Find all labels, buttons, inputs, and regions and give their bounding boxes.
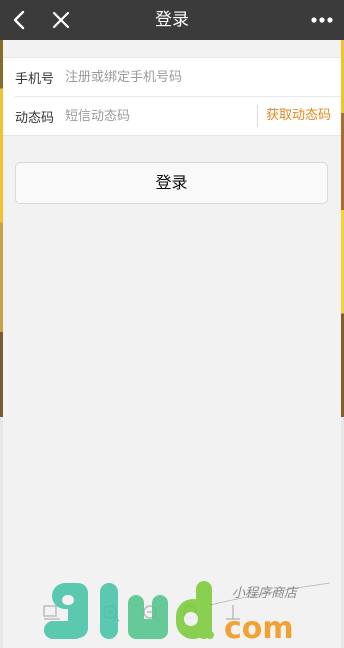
svg-text:com: com: [224, 611, 294, 646]
code-row: 动态码 获取动态码: [15, 96, 341, 135]
code-label: 动态码: [15, 110, 55, 126]
phone-row: 手机号: [3, 58, 341, 96]
top-navigation-bar: 登录: [0, 0, 344, 40]
more-dots-icon[interactable]: [310, 10, 334, 30]
phone-label: 手机号: [15, 71, 55, 87]
page-title: 登录: [155, 10, 189, 30]
code-input[interactable]: [65, 108, 245, 124]
login-form: 手机号 动态码 获取动态码: [3, 57, 341, 136]
login-button[interactable]: 登录: [15, 162, 328, 204]
phone-input[interactable]: [65, 69, 245, 85]
get-code-button[interactable]: 获取动态码: [256, 105, 331, 127]
watermark-logo: com 小程序商店: [43, 581, 331, 646]
